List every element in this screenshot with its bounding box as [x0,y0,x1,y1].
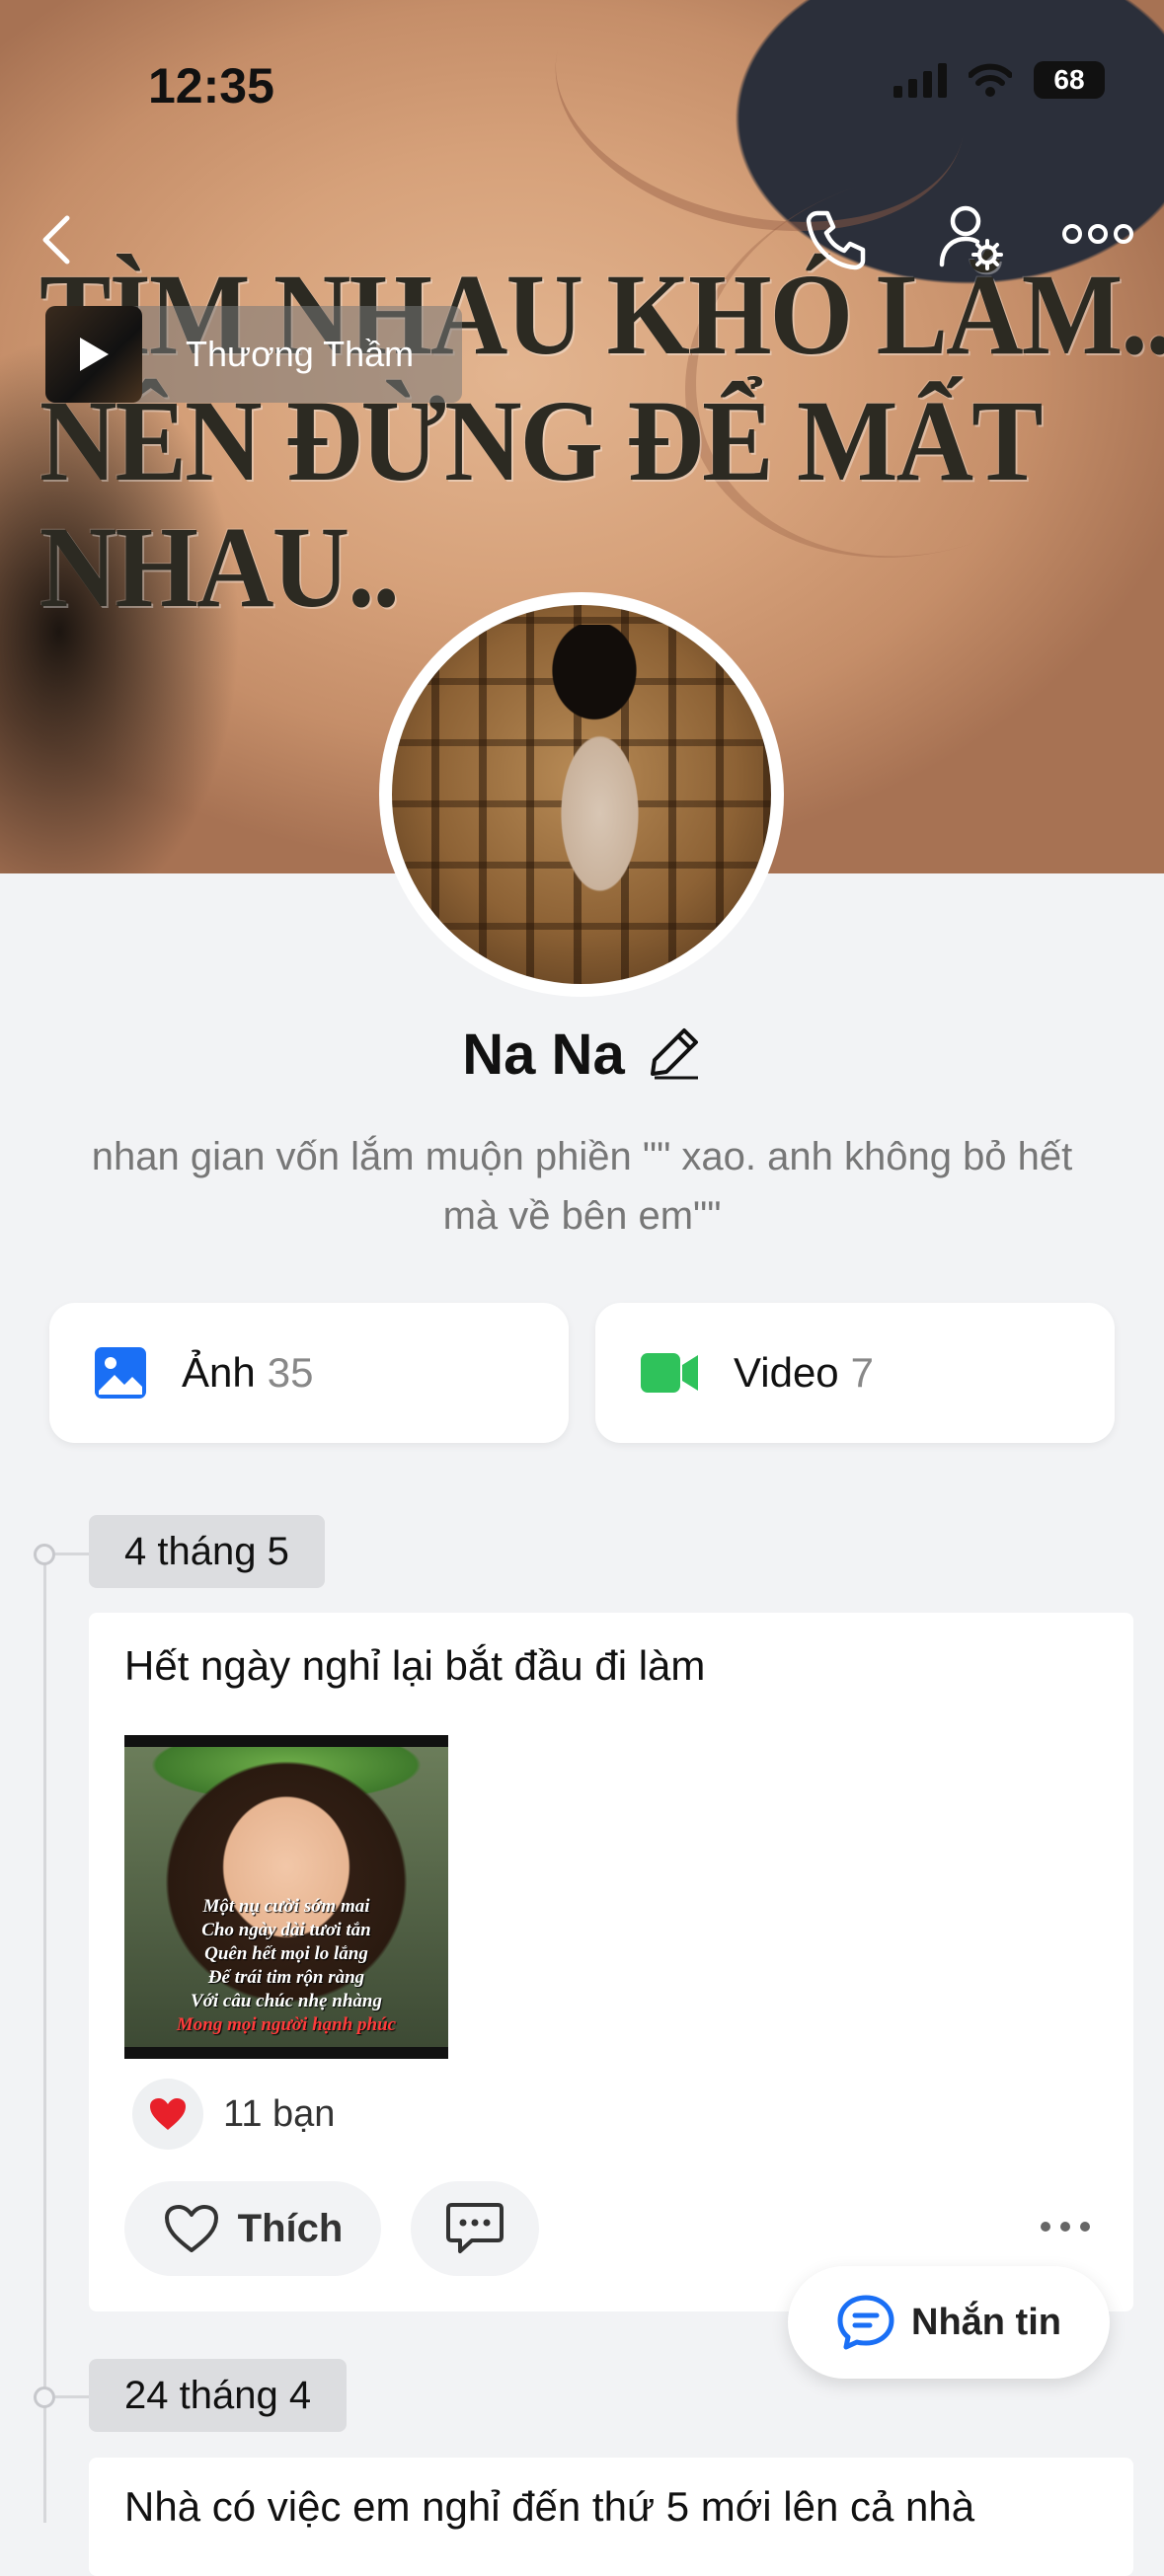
status-time: 12:35 [148,58,274,114]
poem-line: Mong mọi người hạnh phúc [176,2014,397,2035]
profile-bio: nhan gian vốn lắm muộn phiền "" xao. anh… [91,1135,1073,1238]
call-button[interactable] [804,207,869,272]
photo-icon [93,1345,148,1401]
poem-line: Một nụ cười sớm mai [202,1896,370,1917]
message-button[interactable]: Nhắn tin [788,2266,1110,2379]
music-title: Thương Thầm [186,334,415,374]
phone-icon [806,210,866,270]
photos-label: Ảnh [182,1349,256,1396]
chat-bubble-icon [837,2295,894,2350]
battery-icon: 68 [1034,61,1105,99]
videos-count: 7 [850,1349,875,1396]
post-text: Hết ngày nghỉ lại bắt đầu đi làm [124,1642,706,1689]
post-card[interactable]: Hết ngày nghỉ lại bắt đầu đi làm Một nụ … [89,1613,1133,2311]
post-image[interactable]: Một nụ cười sớm mai Cho ngày dài tươi tắ… [124,1735,448,2059]
edit-name-button[interactable] [647,1024,702,1085]
post-image-poem: Một nụ cười sớm mai Cho ngày dài tươi tắ… [124,1895,448,2037]
photos-button[interactable]: Ảnh 35 [49,1303,569,1443]
poem-line: Quên hết mọi lo lắng [204,1943,368,1964]
chevron-left-icon [42,215,70,265]
play-icon [80,338,109,371]
post-card[interactable]: Nhà có việc em nghỉ đến thứ 5 mới lên cả… [89,2458,1133,2576]
profile-name: Na Na [462,1023,625,1087]
avatar-frame [379,592,784,997]
back-button[interactable] [38,212,77,267]
user-settings-icon [939,205,1003,270]
timeline-line [43,1552,46,2523]
post-more-button[interactable] [1039,2220,1092,2238]
more-horizontal-icon [1041,2222,1090,2232]
post-text: Nhà có việc em nghỉ đến thứ 5 mới lên cả… [124,2483,975,2530]
heart-reaction-icon [132,2079,203,2150]
message-label: Nhắn tin [911,2301,1061,2343]
comment-button[interactable] [411,2181,539,2276]
poem-line: Cho ngày dài tươi tắn [201,1920,371,1940]
comment-icon [446,2203,504,2253]
videos-label: Video [734,1349,839,1396]
reaction-summary[interactable]: 11 bạn [132,2079,335,2150]
more-options-button[interactable] [1062,222,1133,246]
cellular-signal-icon [893,62,947,98]
timeline-dot [34,2387,55,2408]
poem-line: Với câu chúc nhẹ nhàng [191,1991,382,2011]
music-thumbnail [45,306,142,403]
pencil-icon [650,1028,698,1080]
heart-outline-icon [164,2205,218,2252]
videos-button[interactable]: Video 7 [595,1303,1115,1443]
reaction-count: 11 bạn [223,2092,336,2135]
poem-line: Để trái tim rộn ràng [207,1967,365,1988]
avatar[interactable] [392,605,771,984]
timeline-date: 4 tháng 5 [89,1515,325,1588]
profile-music-chip[interactable]: Thương Thầm [45,306,462,403]
status-icons: 68 [893,61,1105,99]
timeline-date: 24 tháng 4 [89,2359,348,2432]
video-camera-icon [639,1349,700,1397]
wifi-icon [969,63,1012,97]
profile-name-row: Na Na [0,1022,1164,1088]
photos-count: 35 [267,1349,314,1396]
profile-settings-button[interactable] [938,203,1005,272]
avatar-figure [540,625,649,950]
like-button[interactable]: Thích [124,2181,381,2276]
timeline-dot [34,1544,55,1565]
like-label: Thích [237,2206,344,2250]
more-horizontal-icon [1062,224,1133,244]
